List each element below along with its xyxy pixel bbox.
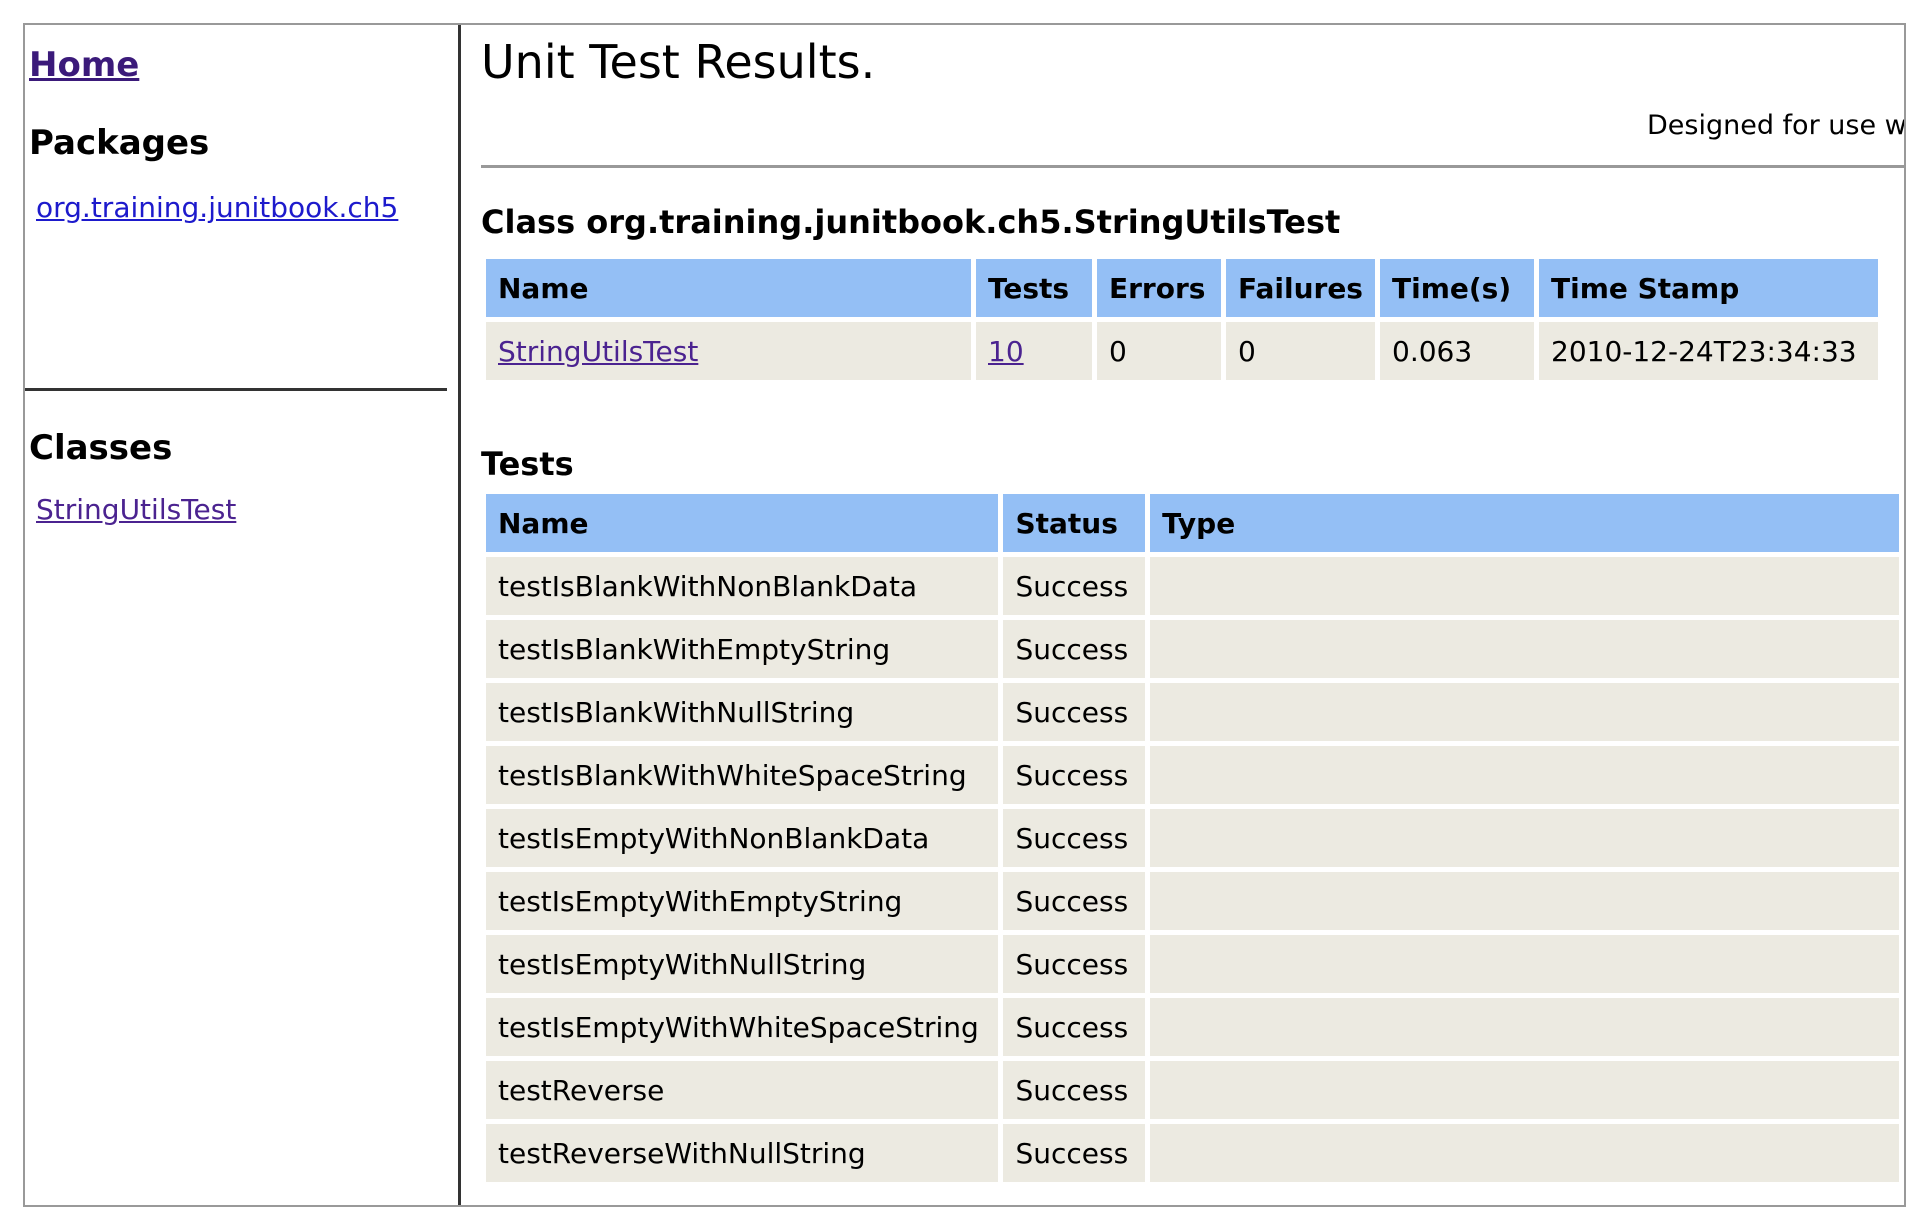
col-header-status: Status xyxy=(1003,494,1146,552)
test-name-cell: testIsEmptyWithNullString xyxy=(486,935,999,993)
col-header-test-name: Name xyxy=(486,494,999,552)
table-row: StringUtilsTest 10 0 0 0.063 2010-12-24T… xyxy=(486,322,1878,380)
test-name-cell: testReverse xyxy=(486,1061,999,1119)
col-header-tests: Tests xyxy=(976,259,1092,317)
main-content: Unit Test Results. Designed for use w Cl… xyxy=(481,25,1904,1205)
col-header-type: Type xyxy=(1150,494,1899,552)
table-row: testIsEmptyWithWhiteSpaceString Success xyxy=(486,998,1899,1056)
test-type-cell xyxy=(1150,935,1899,993)
header-rule xyxy=(481,165,1904,168)
class-table-header-row: Name Tests Errors Failures Time(s) Time … xyxy=(486,259,1878,317)
test-type-cell xyxy=(1150,872,1899,930)
table-row: testIsBlankWithNullString Success xyxy=(486,683,1899,741)
test-name-cell: testIsBlankWithNullString xyxy=(486,683,999,741)
class-heading: Class org.training.junitbook.ch5.StringU… xyxy=(481,203,1341,241)
test-name-cell: testIsBlankWithEmptyString xyxy=(486,620,999,678)
table-row: testReverseWithNullString Success xyxy=(486,1124,1899,1182)
test-name-cell: testReverseWithNullString xyxy=(486,1124,999,1182)
test-status-cell: Success xyxy=(1003,746,1146,804)
classes-heading: Classes xyxy=(29,428,173,468)
test-status-cell: Success xyxy=(1003,998,1146,1056)
test-name-cell: testIsEmptyWithEmptyString xyxy=(486,872,999,930)
frame-divider[interactable] xyxy=(458,25,461,1205)
table-row: testReverse Success xyxy=(486,1061,1899,1119)
test-name-cell: testIsEmptyWithNonBlankData xyxy=(486,809,999,867)
class-link[interactable]: StringUtilsTest xyxy=(36,493,236,526)
col-header-failures: Failures xyxy=(1226,259,1375,317)
test-type-cell xyxy=(1150,1061,1899,1119)
col-header-time: Time(s) xyxy=(1380,259,1534,317)
test-status-cell: Success xyxy=(1003,620,1146,678)
table-row: testIsBlankWithWhiteSpaceString Success xyxy=(486,746,1899,804)
test-type-cell xyxy=(1150,557,1899,615)
failures-cell: 0 xyxy=(1226,322,1375,380)
timestamp-cell: 2010-12-24T23:34:33 xyxy=(1539,322,1878,380)
browser-frame: Home Packages org.training.junitbook.ch5… xyxy=(23,23,1906,1207)
test-status-cell: Success xyxy=(1003,1061,1146,1119)
col-header-timestamp: Time Stamp xyxy=(1539,259,1878,317)
class-summary-table: Name Tests Errors Failures Time(s) Time … xyxy=(481,254,1883,385)
test-name-cell: testIsEmptyWithWhiteSpaceString xyxy=(486,998,999,1056)
test-status-cell: Success xyxy=(1003,935,1146,993)
packages-frame: Home Packages org.training.junitbook.ch5 xyxy=(25,25,447,391)
tests-table: Name Status Type testIsBlankWithNonBlank… xyxy=(481,489,1904,1187)
test-type-cell xyxy=(1150,809,1899,867)
col-header-errors: Errors xyxy=(1097,259,1221,317)
package-link[interactable]: org.training.junitbook.ch5 xyxy=(36,191,398,224)
test-status-cell: Success xyxy=(1003,683,1146,741)
class-name-cell: StringUtilsTest xyxy=(486,322,971,380)
test-type-cell xyxy=(1150,1124,1899,1182)
classes-frame: Classes StringUtilsTest xyxy=(25,391,447,1205)
tests-count-cell: 10 xyxy=(976,322,1092,380)
test-status-cell: Success xyxy=(1003,809,1146,867)
test-status-cell: Success xyxy=(1003,872,1146,930)
test-status-cell: Success xyxy=(1003,1124,1146,1182)
col-header-name: Name xyxy=(486,259,971,317)
test-name-cell: testIsBlankWithNonBlankData xyxy=(486,557,999,615)
class-name-link[interactable]: StringUtilsTest xyxy=(498,335,698,368)
test-name-cell: testIsBlankWithWhiteSpaceString xyxy=(486,746,999,804)
test-type-cell xyxy=(1150,746,1899,804)
table-row: testIsEmptyWithNonBlankData Success xyxy=(486,809,1899,867)
packages-heading: Packages xyxy=(29,123,210,163)
page-title: Unit Test Results. xyxy=(481,35,876,89)
tests-table-header-row: Name Status Type xyxy=(486,494,1899,552)
table-row: testIsEmptyWithEmptyString Success xyxy=(486,872,1899,930)
tests-count-link[interactable]: 10 xyxy=(988,335,1024,368)
table-row: testIsBlankWithEmptyString Success xyxy=(486,620,1899,678)
test-type-cell xyxy=(1150,998,1899,1056)
errors-cell: 0 xyxy=(1097,322,1221,380)
test-status-cell: Success xyxy=(1003,557,1146,615)
test-type-cell xyxy=(1150,683,1899,741)
tests-heading: Tests xyxy=(481,445,574,483)
test-type-cell xyxy=(1150,620,1899,678)
designed-for-text: Designed for use w xyxy=(1647,110,1904,141)
time-cell: 0.063 xyxy=(1380,322,1534,380)
table-row: testIsEmptyWithNullString Success xyxy=(486,935,1899,993)
table-row: testIsBlankWithNonBlankData Success xyxy=(486,557,1899,615)
home-link[interactable]: Home xyxy=(29,45,139,85)
